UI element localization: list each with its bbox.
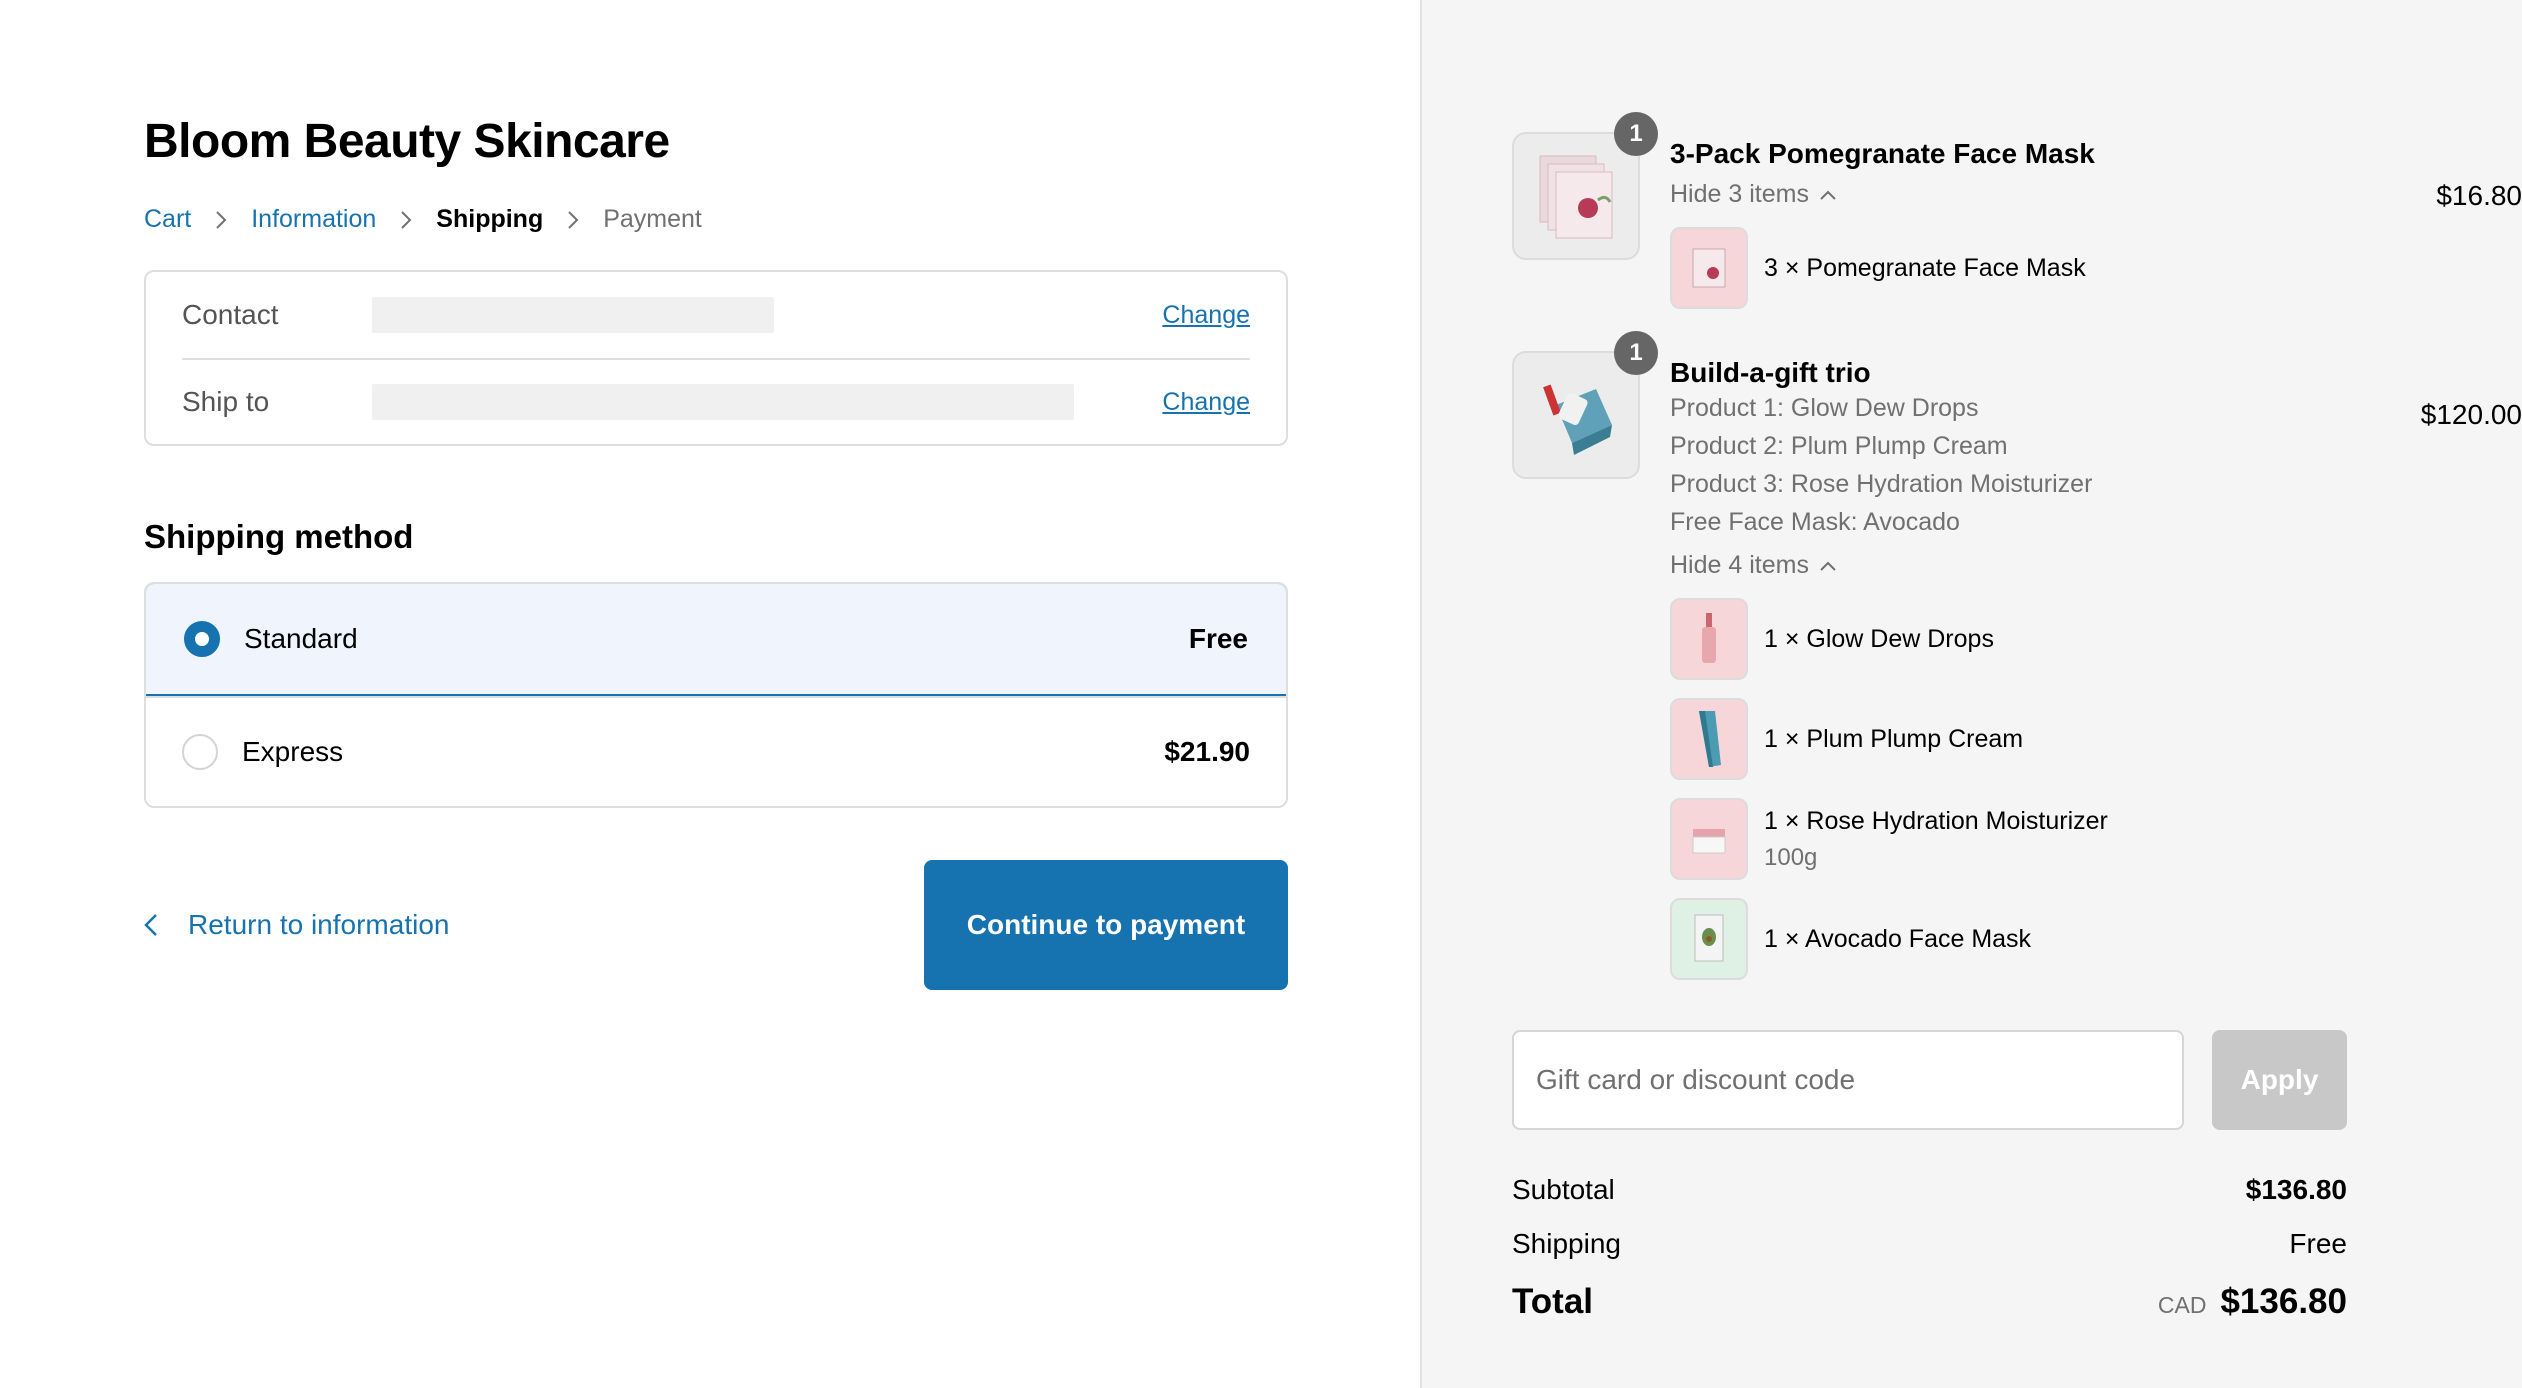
- breadcrumb-payment: Payment: [603, 205, 702, 233]
- shipping-option-price: $21.90: [1164, 736, 1250, 767]
- moisturizer-jar-icon: [1692, 829, 1726, 854]
- sub-item-label: 3 × Pomegranate Face Mask: [1764, 253, 2086, 282]
- sub-item-thumbnail: [1670, 798, 1748, 880]
- breadcrumb-cart[interactable]: Cart: [144, 205, 191, 234]
- item-price: $16.80: [2436, 180, 2522, 211]
- shipping-method-list: Standard Free Express $21.90: [144, 582, 1288, 808]
- discount-row: Apply: [1512, 1030, 2347, 1130]
- subtotal-row: Subtotal $136.80: [1512, 1174, 2347, 1206]
- change-contact-link[interactable]: Change: [1162, 301, 1250, 330]
- sub-item-label: 1 × Avocado Face Mask: [1764, 924, 2032, 953]
- quantity-badge: 1: [1614, 112, 1658, 156]
- sub-item-thumbnail: [1670, 898, 1748, 980]
- ship-to-value-placeholder: [372, 384, 1074, 420]
- item-property: Product 1: Glow Dew Drops: [1670, 394, 1979, 422]
- gift-box-icon: [1543, 384, 1612, 455]
- sub-item: 3 × Pomegranate Face Mask: [1670, 227, 2350, 309]
- item-name: Build-a-gift trio: [1670, 357, 1871, 388]
- radio-selected-icon[interactable]: [184, 621, 220, 657]
- face-mask-icon: [1692, 248, 1726, 288]
- discount-code-input[interactable]: [1512, 1030, 2184, 1130]
- sub-item: 1 × Plum Plump Cream: [1670, 698, 2350, 780]
- contact-row: Contact Change: [182, 272, 1250, 358]
- shop-title: Bloom Beauty Skincare: [144, 115, 670, 168]
- ship-to-row: Ship to Change: [182, 358, 1250, 444]
- breadcrumb-information[interactable]: Information: [251, 205, 376, 234]
- total-value: $136.80: [2220, 1282, 2347, 1321]
- sub-item-variant: 100g: [1764, 843, 1818, 871]
- product-thumbnail: 1: [1512, 331, 1658, 479]
- item-details: Build-a-gift trio Product 1: Glow Dew Dr…: [1670, 351, 2350, 980]
- shipping-option-express[interactable]: Express $21.90: [146, 696, 1286, 806]
- line-item: 1 3-Pack Pomegranate Face Mask Hide 3 it…: [1512, 112, 2522, 309]
- total-value-group: CAD $136.80: [2158, 1282, 2347, 1322]
- toggle-label: Hide 4 items: [1670, 551, 1809, 579]
- line-item: 1 Build-a-gift trio Product 1: Glow Dew …: [1512, 331, 2522, 980]
- return-to-information-link[interactable]: Return to information: [144, 909, 449, 941]
- cream-tube-icon: [1699, 711, 1721, 767]
- sub-item-info: 1 × Rose Hydration Moisturizer 100g: [1764, 807, 2108, 872]
- toggle-label: Hide 3 items: [1670, 180, 1809, 208]
- sub-item: 1 × Rose Hydration Moisturizer 100g: [1670, 798, 2350, 880]
- shipping-option-standard[interactable]: Standard Free: [146, 584, 1286, 696]
- sub-item-label: 1 × Glow Dew Drops: [1764, 624, 1994, 653]
- item-name: 3-Pack Pomegranate Face Mask: [1670, 138, 2095, 169]
- quantity-badge: 1: [1614, 331, 1658, 375]
- change-ship-to-link[interactable]: Change: [1162, 388, 1250, 417]
- shipping-label: Shipping: [1512, 1228, 1621, 1259]
- breadcrumb-shipping: Shipping: [436, 205, 544, 233]
- chevron-left-icon: [144, 914, 157, 936]
- item-property: Free Face Mask: Avocado: [1670, 508, 1960, 536]
- chevron-right-icon: [400, 210, 412, 230]
- chevron-right-icon: [567, 210, 579, 230]
- sub-item-label: 1 × Plum Plump Cream: [1764, 724, 2024, 753]
- shipping-option-price: Free: [1188, 623, 1248, 654]
- sub-item-thumbnail: [1670, 598, 1748, 680]
- hide-items-toggle[interactable]: Hide 4 items: [1670, 551, 2350, 580]
- currency-code: CAD: [2157, 1292, 2207, 1318]
- shipping-method-title: Shipping method: [144, 518, 414, 555]
- sub-item-thumbnail: [1670, 227, 1748, 309]
- total-label: Total: [1512, 1282, 1594, 1321]
- order-summary: 1 3-Pack Pomegranate Face Mask Hide 3 it…: [1420, 0, 2522, 1388]
- checkout-actions: Return to information Continue to paymen…: [144, 860, 1288, 990]
- shipping-value: Free: [2289, 1228, 2347, 1259]
- product-thumbnail: 1: [1512, 112, 1658, 260]
- breadcrumb: Cart Information Shipping Payment: [144, 205, 1420, 234]
- checkout-main: Bloom Beauty Skincare Cart Information S…: [0, 0, 1420, 1388]
- review-box: Contact Change Ship to Change: [144, 270, 1288, 446]
- chevron-right-icon: [215, 210, 227, 230]
- subtotal-value: $136.80: [2245, 1174, 2347, 1205]
- subtotal-label: Subtotal: [1512, 1174, 1615, 1205]
- avocado-mask-icon: [1694, 914, 1724, 962]
- item-property: Product 3: Rose Hydration Moisturizer: [1670, 470, 2093, 498]
- order-totals: Subtotal $136.80 Shipping Free Total CAD…: [1512, 1174, 2347, 1322]
- chevron-up-icon: [1820, 190, 1836, 200]
- item-price: $120.00: [2420, 399, 2522, 430]
- continue-to-payment-button[interactable]: Continue to payment: [924, 860, 1288, 990]
- chevron-up-icon: [1820, 561, 1836, 571]
- shipping-row: Shipping Free: [1512, 1228, 2347, 1260]
- sub-item-thumbnail: [1670, 698, 1748, 780]
- ship-to-label: Ship to: [182, 386, 270, 417]
- apply-discount-button[interactable]: Apply: [2212, 1030, 2347, 1130]
- shipping-option-label: Express: [242, 736, 344, 767]
- contact-label: Contact: [182, 299, 279, 330]
- face-mask-pack-icon: [1539, 155, 1613, 239]
- radio-unselected-icon[interactable]: [182, 734, 218, 770]
- sub-item-label: 1 × Rose Hydration Moisturizer: [1764, 806, 2108, 835]
- shipping-option-label: Standard: [244, 623, 358, 654]
- total-row: Total CAD $136.80: [1512, 1282, 2347, 1322]
- dropper-bottle-icon: [1702, 613, 1716, 663]
- item-property: Product 2: Plum Plump Cream: [1670, 432, 2008, 460]
- return-label: Return to information: [188, 909, 450, 940]
- sub-item: 1 × Glow Dew Drops: [1670, 598, 2350, 680]
- item-details: 3-Pack Pomegranate Face Mask Hide 3 item…: [1670, 132, 2350, 309]
- sub-item: 1 × Avocado Face Mask: [1670, 898, 2350, 980]
- contact-value-placeholder: [372, 297, 774, 333]
- hide-items-toggle[interactable]: Hide 3 items: [1670, 180, 2350, 209]
